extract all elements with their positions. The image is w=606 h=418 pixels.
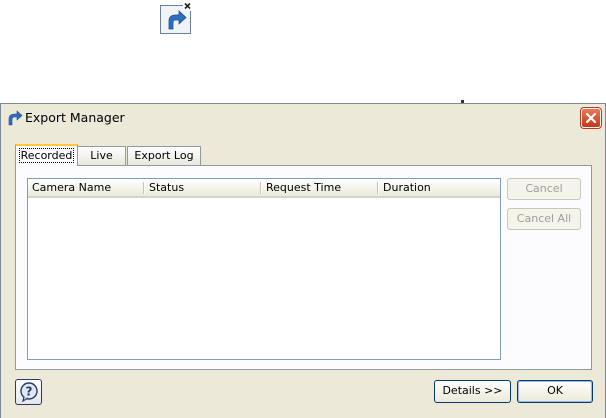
- column-header-camera-name[interactable]: Camera Name: [28, 179, 144, 196]
- close-icon: [585, 112, 597, 124]
- svg-text:?: ?: [25, 385, 32, 399]
- export-shortcut-icon[interactable]: [159, 2, 192, 35]
- tab-label: Export Log: [134, 149, 194, 162]
- cancel-button[interactable]: Cancel: [507, 178, 581, 200]
- details-button[interactable]: Details >>: [434, 380, 511, 403]
- column-header-duration[interactable]: Duration: [379, 179, 499, 196]
- tab-export-log[interactable]: Export Log: [127, 146, 201, 165]
- column-header-status[interactable]: Status: [145, 179, 261, 196]
- cancel-all-button[interactable]: Cancel All: [507, 208, 581, 230]
- export-arrow-icon: [7, 110, 23, 126]
- title-bar[interactable]: Export Manager: [1, 104, 605, 132]
- ok-button[interactable]: OK: [517, 380, 593, 403]
- help-icon: ?: [19, 382, 38, 402]
- column-header-request-time[interactable]: Request Time: [262, 179, 378, 196]
- help-button[interactable]: ?: [15, 379, 42, 405]
- tab-live[interactable]: Live: [77, 146, 126, 165]
- tab-label: Live: [90, 149, 113, 162]
- tab-label: Recorded: [18, 148, 75, 163]
- export-list[interactable]: Camera Name Status Request Time Duration: [27, 178, 501, 360]
- close-button[interactable]: [580, 107, 602, 129]
- window-title: Export Manager: [25, 110, 125, 125]
- screen: Export Manager Recorded Live Export Log: [0, 0, 606, 418]
- tab-panel-recorded: Camera Name Status Request Time Duration…: [15, 165, 592, 370]
- tab-recorded[interactable]: Recorded: [15, 144, 78, 166]
- list-header: Camera Name Status Request Time Duration: [28, 179, 500, 198]
- export-manager-window: Export Manager Recorded Live Export Log: [0, 103, 606, 418]
